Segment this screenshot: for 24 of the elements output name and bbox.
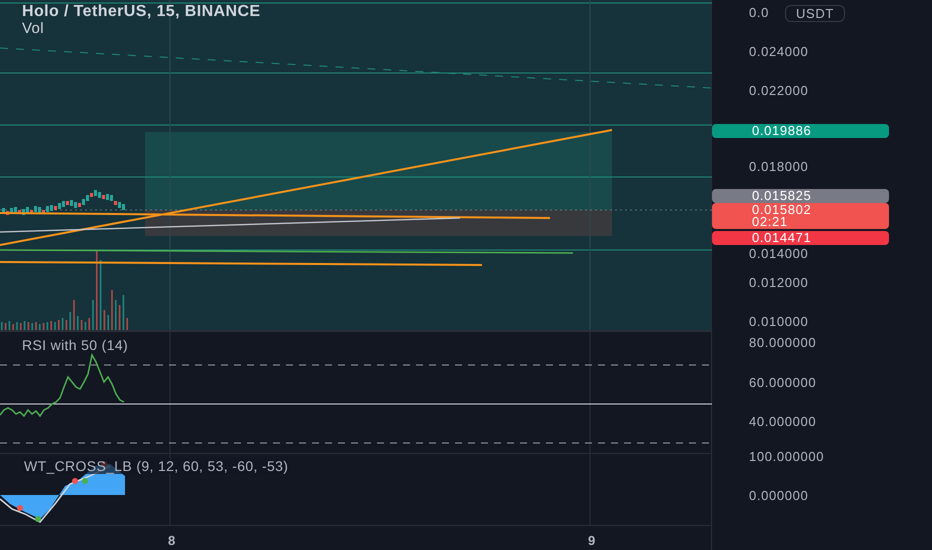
price-value: 0.015825 [751, 190, 812, 202]
price-value: 0.015802 [751, 204, 812, 216]
price-value: 0.019886 [751, 125, 812, 137]
price-label: 0.018000 [749, 160, 808, 173]
wave-trend-axis-label: 0.000000 [749, 489, 808, 502]
price-label: 0.024000 [749, 45, 808, 58]
price-label: 0.012000 [749, 276, 808, 289]
currency-button[interactable]: USDT [785, 5, 845, 22]
wave-trend-axis-label: 100.000000 [749, 450, 824, 463]
price-label: 0.022000 [749, 84, 808, 97]
time-label: 9 [588, 532, 596, 550]
price-label: 0.010000 [749, 315, 808, 328]
rsi-axis-label: 80.000000 [749, 336, 816, 349]
rsi-axis-label: 40.000000 [749, 415, 816, 428]
volume-label: Vol [22, 21, 45, 37]
indicator-title: RSI with 50 (14) [22, 336, 128, 355]
countdown-timer: 02:21 [751, 216, 788, 228]
chart-title: Holo / TetherUS, 15, BINANCE [22, 3, 260, 21]
indicator-title: WT_CROSS_LB (9, 12, 60, 53, -60, -53) [22, 458, 290, 474]
price-label: 0.0 [749, 6, 770, 19]
price-label: 0.014000 [749, 247, 808, 260]
rsi-axis-label: 60.000000 [749, 376, 816, 389]
time-label: 8 [168, 532, 176, 550]
price-value: 0.014471 [751, 232, 812, 244]
